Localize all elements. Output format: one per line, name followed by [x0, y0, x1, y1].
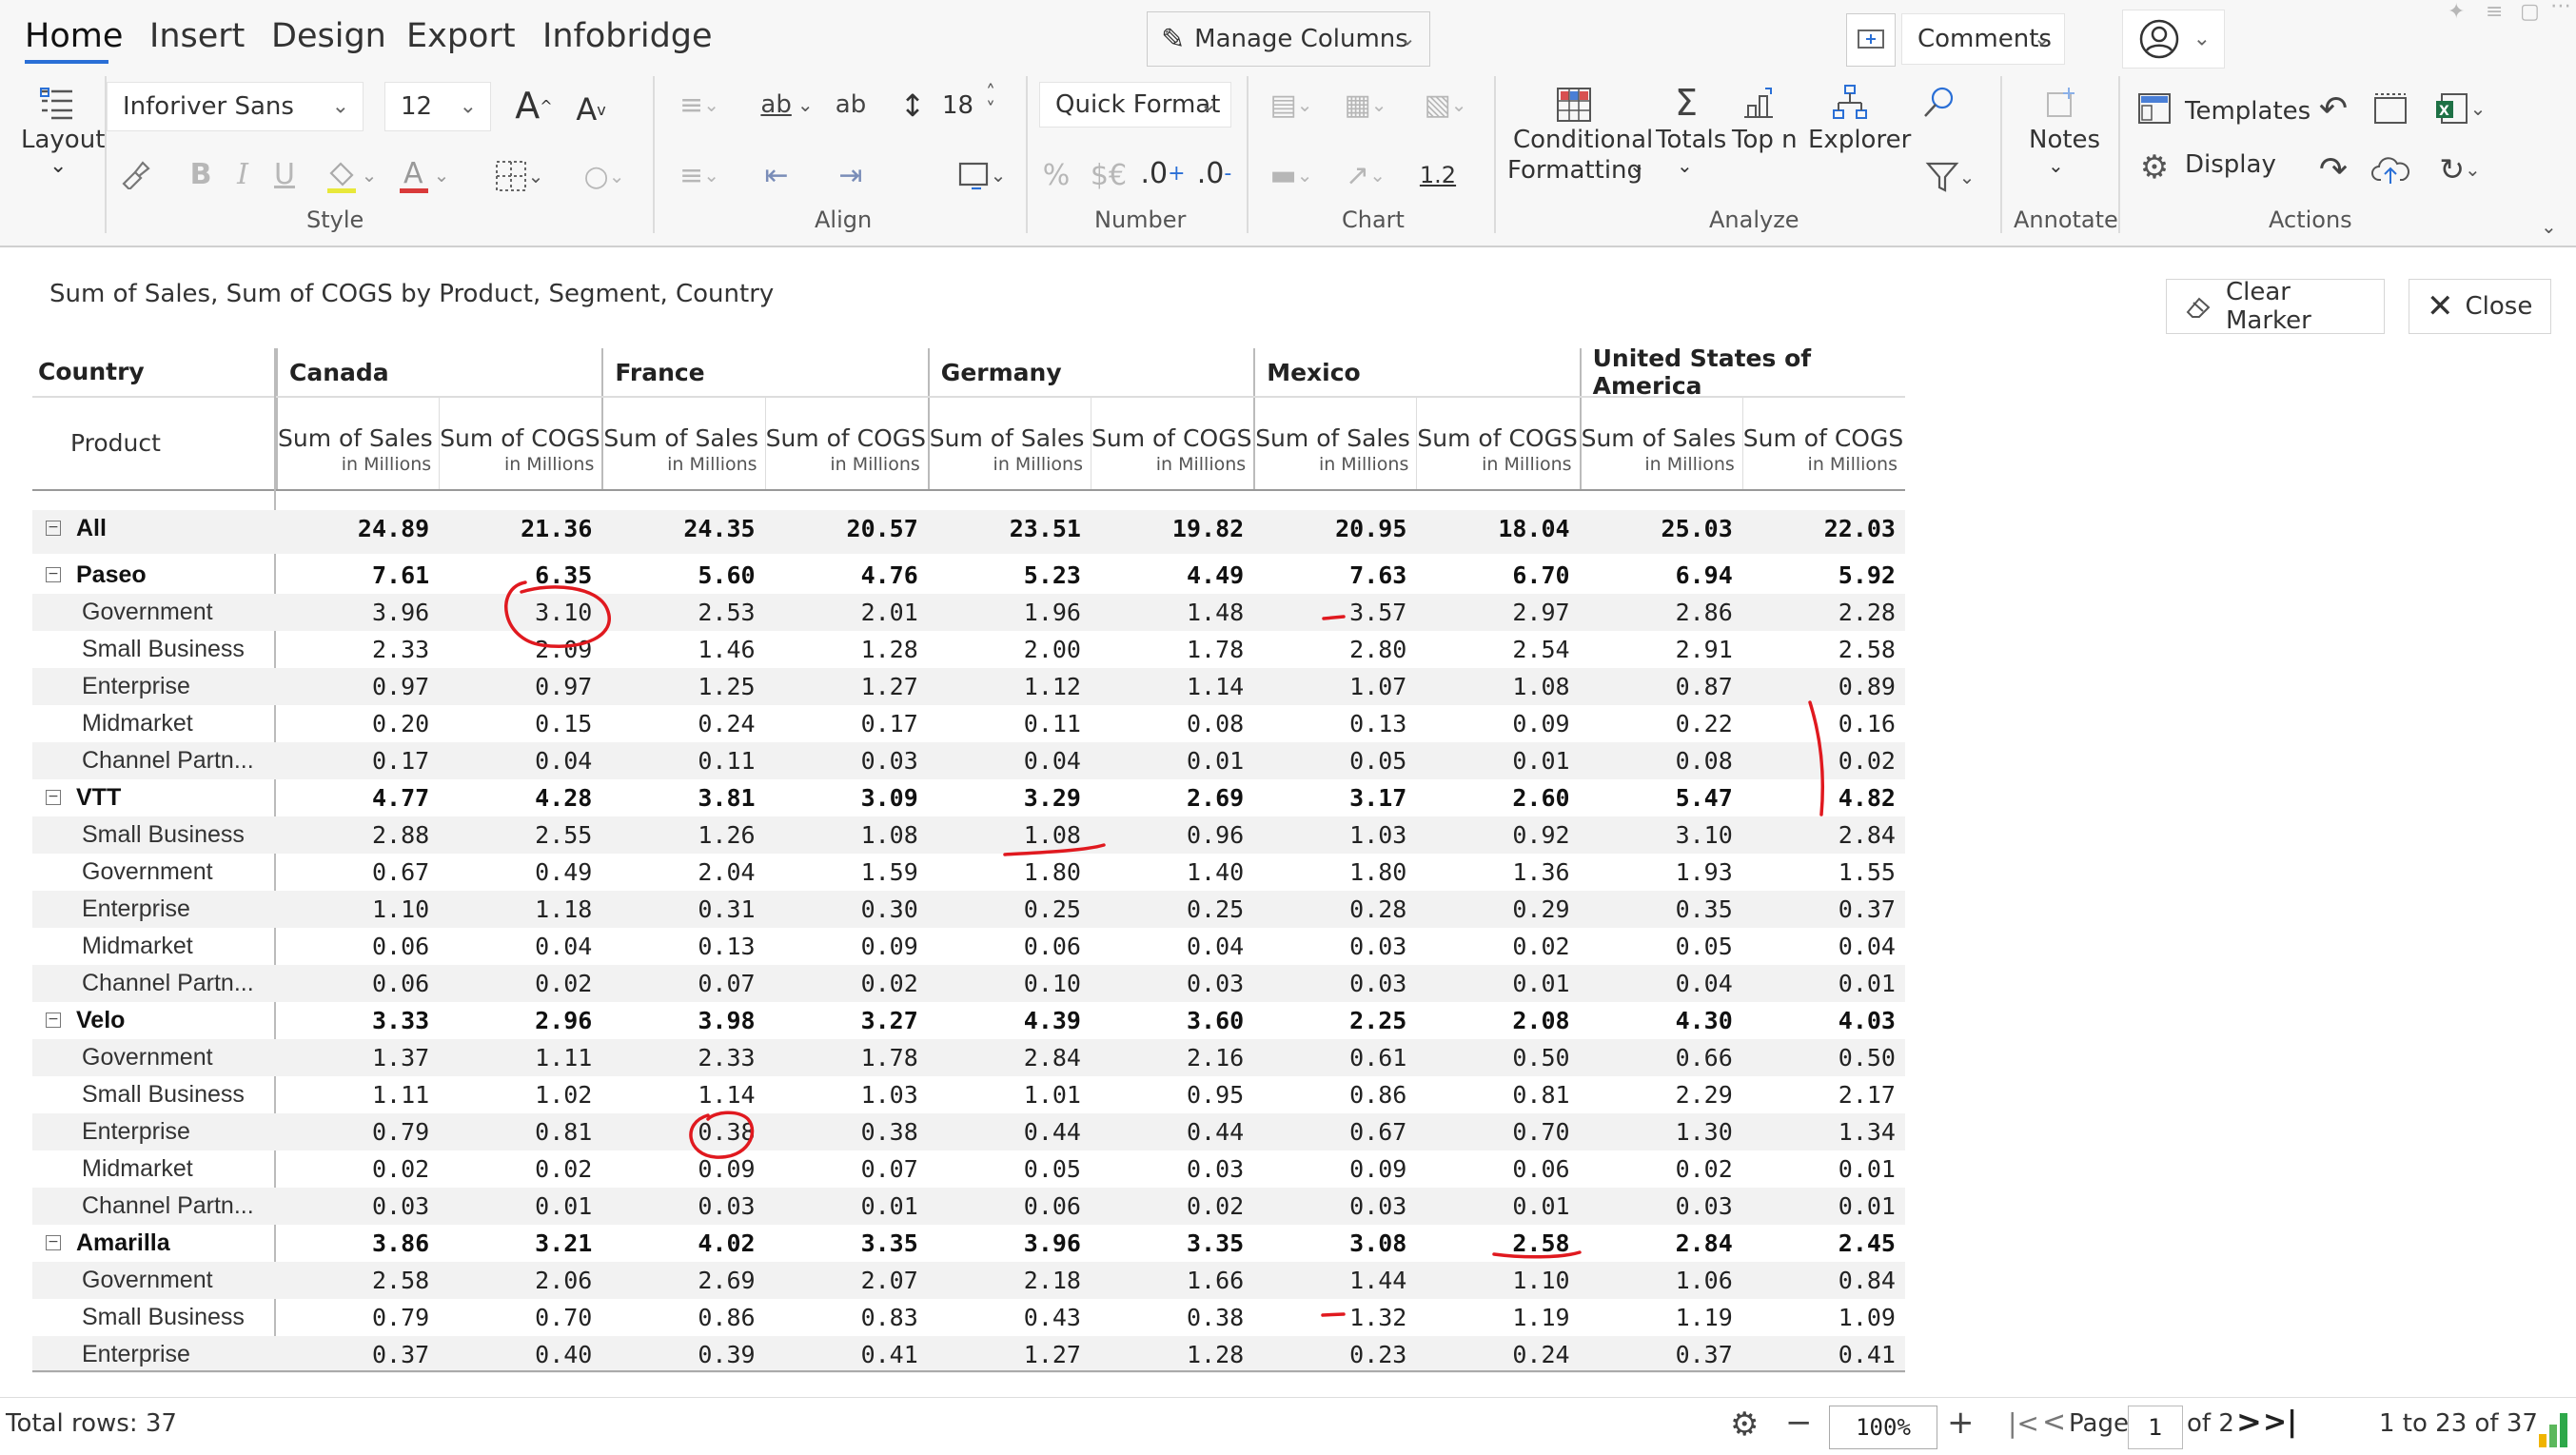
- row-range: 1 to 23 of 37: [2379, 1409, 2538, 1438]
- previous-page-icon[interactable]: <: [2042, 1406, 2066, 1439]
- last-page-icon[interactable]: >|: [2263, 1406, 2297, 1439]
- marker-vertical-stroke: [1808, 700, 1824, 816]
- page-input[interactable]: 1: [2128, 1406, 2183, 1449]
- marker-circle: [504, 580, 611, 648]
- zoom-input[interactable]: 100%: [1829, 1406, 1937, 1449]
- annotation-layer: [504, 580, 1824, 1317]
- total-rows: Total rows: 37: [6, 1409, 177, 1438]
- status-bar: Total rows: 37 ⚙ − 100% + |< < Page 1 of…: [0, 1397, 2576, 1455]
- inforiver-logo-icon: [2537, 1404, 2575, 1449]
- marker-dash: [1322, 615, 1346, 620]
- page-label: Page: [2069, 1409, 2129, 1438]
- marker-dash: [1321, 1312, 1346, 1317]
- settings-icon[interactable]: ⚙: [1730, 1406, 1759, 1444]
- zoom-out-icon[interactable]: −: [1785, 1404, 1813, 1442]
- first-page-icon[interactable]: |<: [2008, 1407, 2039, 1439]
- marker-circle: [689, 1111, 755, 1159]
- zoom-in-icon[interactable]: +: [1947, 1404, 1975, 1442]
- next-page-icon[interactable]: >: [2236, 1404, 2262, 1440]
- page-count: of 2: [2187, 1409, 2234, 1438]
- marker-underline: [1003, 843, 1106, 856]
- marker-underline: [1492, 1250, 1582, 1259]
